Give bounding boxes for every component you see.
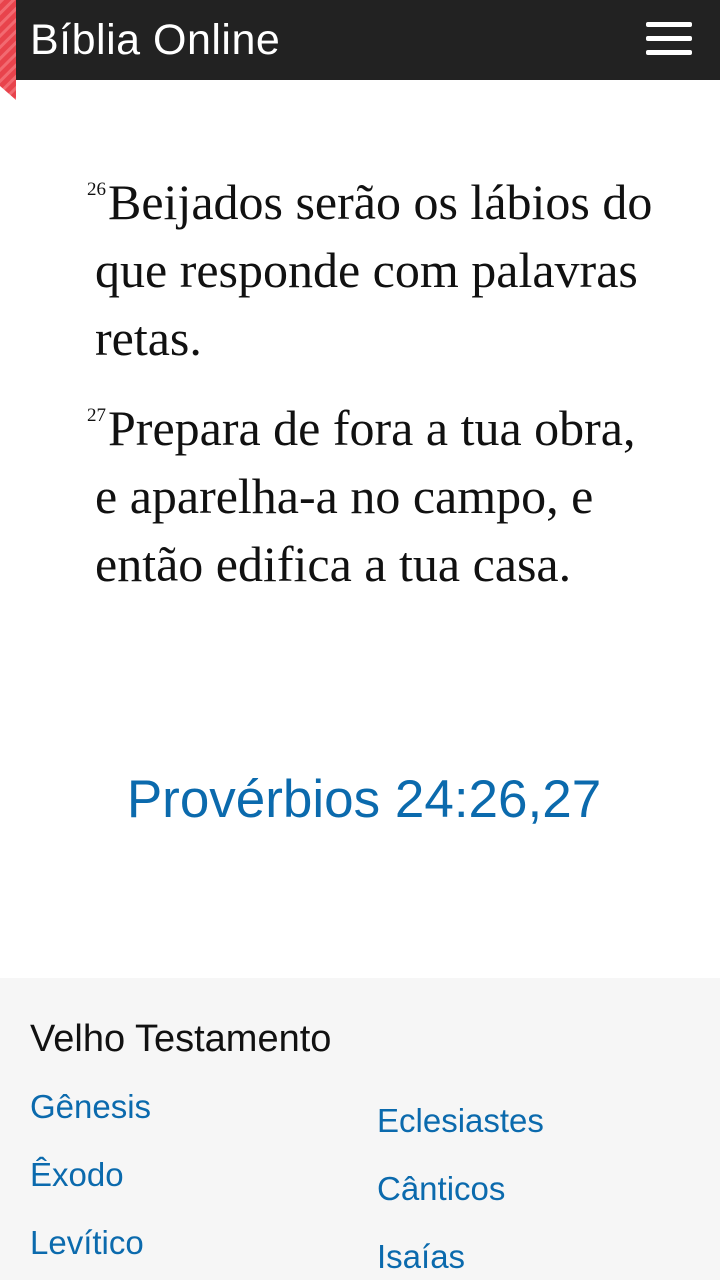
verse-reference-link[interactable]: Provérbios 24:26,27 (0, 766, 720, 834)
top-app-bar: Bíblia Online (0, 0, 720, 100)
verse-number: 27 (87, 405, 106, 426)
verse-number: 26 (87, 179, 106, 200)
verse-27: 27Prepara de fora a tua obra, e aparelha… (87, 394, 655, 598)
menu-bar-line (646, 22, 692, 27)
menu-bar-line (646, 36, 692, 41)
hamburger-menu-icon[interactable] (644, 18, 696, 62)
book-link-isaias[interactable]: Isaías (377, 1237, 465, 1277)
book-link-levitico[interactable]: Levítico (30, 1223, 144, 1263)
old-testament-heading: Velho Testamento (30, 1018, 332, 1060)
verse-text: Beijados serão os lábios do que responde… (95, 174, 653, 366)
verse-text: Prepara de fora a tua obra, e aparelha-a… (95, 400, 636, 592)
menu-bar-line (646, 50, 692, 55)
verse-passage: 26Beijados serão os lábios do que respon… (87, 168, 655, 620)
app-title[interactable]: Bíblia Online (30, 14, 280, 66)
book-index-footer: Velho Testamento Gênesis Êxodo Levítico … (0, 978, 720, 1280)
book-link-canticos[interactable]: Cânticos (377, 1169, 505, 1209)
bookmark-ribbon-icon (0, 0, 16, 100)
book-link-eclesiastes[interactable]: Eclesiastes (377, 1101, 544, 1141)
book-link-exodo[interactable]: Êxodo (30, 1155, 124, 1195)
book-link-genesis[interactable]: Gênesis (30, 1087, 151, 1127)
verse-26: 26Beijados serão os lábios do que respon… (87, 168, 655, 372)
